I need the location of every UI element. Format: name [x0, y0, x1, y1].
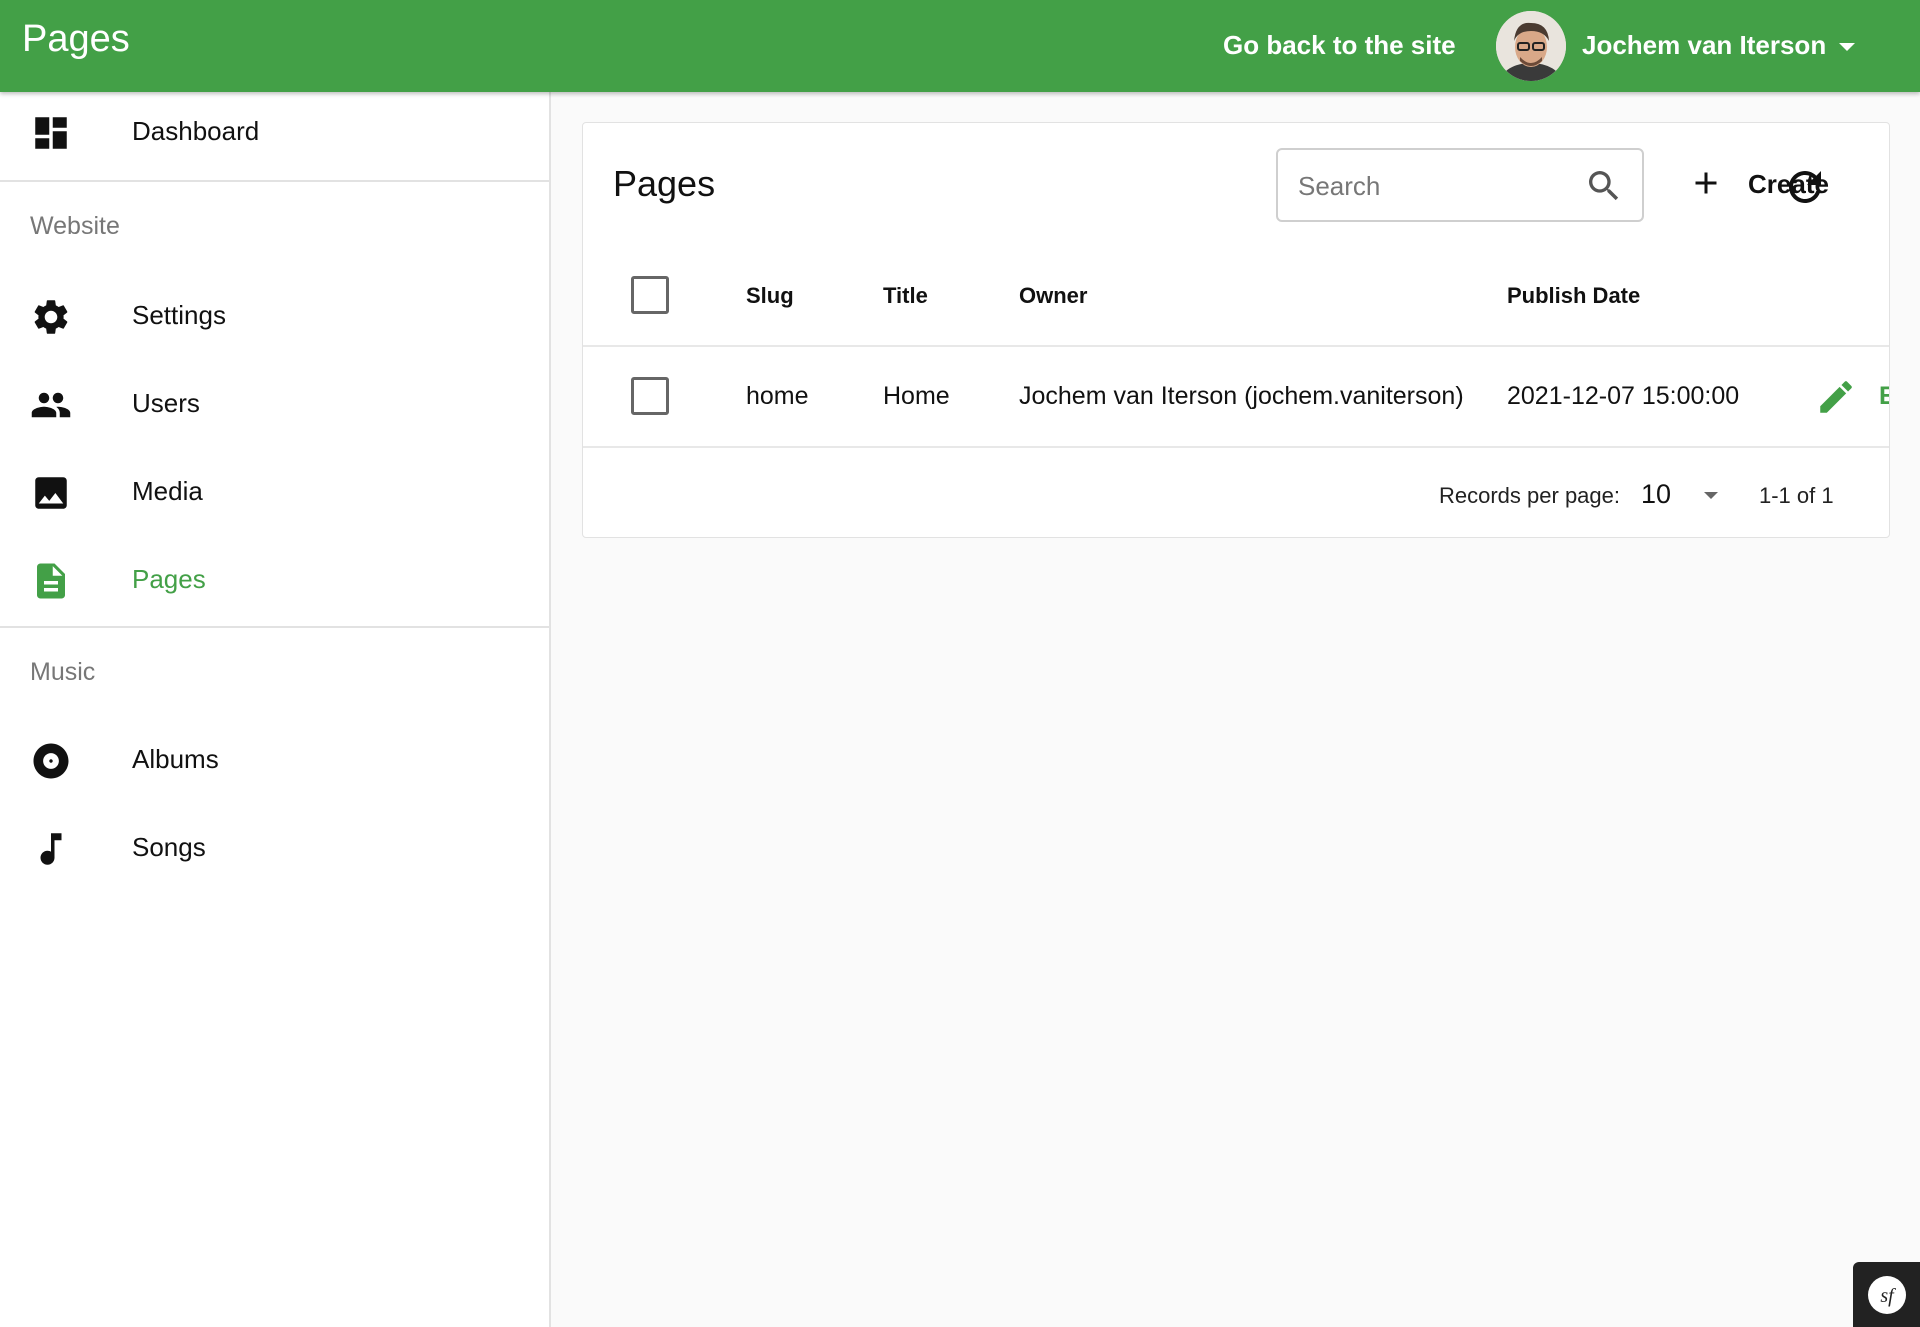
svg-text:sf: sf	[1880, 1285, 1896, 1307]
music-note-icon	[40, 833, 62, 865]
select-all-checkbox[interactable]	[631, 276, 669, 314]
gear-icon	[34, 300, 68, 334]
section-title-website: Website	[30, 212, 120, 240]
pagination-range: 1-1 of 1	[1759, 483, 1834, 508]
chevron-down-icon[interactable]	[1835, 35, 1859, 59]
sidebar-item-media[interactable]: Media	[0, 452, 549, 532]
cell-owner: Jochem van Iterson (jochem.vaniterson)	[1019, 382, 1464, 410]
search-field[interactable]	[1276, 148, 1644, 222]
divider	[583, 446, 1889, 448]
records-per-page-select[interactable]: 10	[1641, 475, 1729, 515]
create-label: Create	[1748, 169, 1829, 199]
user-name[interactable]: Jochem van Iterson	[1582, 30, 1826, 61]
edit-button[interactable]: E	[1879, 382, 1889, 411]
row-checkbox[interactable]	[631, 377, 669, 415]
sidebar-item-users[interactable]: Users	[0, 364, 549, 444]
divider	[0, 180, 549, 182]
column-header-publish-date[interactable]: Publish Date	[1507, 283, 1640, 309]
cell-slug: home	[746, 382, 809, 410]
sidebar-item-label: Media	[132, 476, 203, 506]
go-back-to-site-link[interactable]: Go back to the site	[1223, 30, 1456, 61]
dashboard-icon	[35, 117, 67, 149]
sidebar-item-settings[interactable]: Settings	[0, 276, 549, 356]
chevron-down-icon	[1704, 492, 1718, 499]
section-title-music: Music	[30, 658, 96, 686]
records-per-page-label: Records per page:	[1439, 483, 1620, 508]
image-icon	[35, 477, 67, 509]
sidebar-item-songs[interactable]: Songs	[0, 808, 549, 888]
symfony-toolbar-toggle[interactable]: sf	[1853, 1262, 1920, 1327]
cell-publish-date: 2021-12-07 15:00:00	[1507, 382, 1740, 410]
create-button[interactable]: Create	[1688, 153, 1868, 213]
column-header-owner[interactable]: Owner	[1019, 283, 1087, 309]
sidebar-item-pages[interactable]: Pages	[0, 540, 549, 620]
pencil-icon[interactable]	[1815, 376, 1857, 418]
sidebar: Dashboard Website Settings Users Media P…	[0, 92, 551, 1327]
column-header-title[interactable]: Title	[883, 283, 928, 309]
people-icon	[31, 392, 71, 418]
sidebar-item-label: Users	[132, 388, 200, 418]
sidebar-item-label: Dashboard	[132, 116, 260, 146]
cell-title: Home	[883, 382, 950, 410]
search-icon[interactable]	[1584, 166, 1624, 206]
sidebar-item-label: Pages	[132, 564, 206, 594]
plus-icon	[1695, 172, 1717, 194]
sidebar-item-label: Settings	[132, 300, 226, 330]
avatar[interactable]	[1496, 11, 1566, 81]
disc-icon	[33, 743, 69, 779]
records-per-page-value: 10	[1641, 479, 1672, 509]
app-bar: Pages Go back to the site Jochem van Ite…	[0, 0, 1920, 92]
pages-list-card: Pages Create Slug Title Owner Publish Da…	[582, 122, 1890, 538]
document-icon	[37, 563, 65, 599]
page-title: Pages	[613, 163, 716, 204]
sidebar-item-dashboard[interactable]: Dashboard	[0, 92, 549, 172]
symfony-logo-icon: sf	[1868, 1276, 1906, 1314]
sidebar-item-label: Songs	[132, 832, 206, 862]
search-input[interactable]	[1298, 168, 1578, 204]
sidebar-item-label: Albums	[132, 744, 219, 774]
app-title: Pages	[22, 18, 130, 60]
column-header-slug[interactable]: Slug	[746, 283, 794, 309]
divider	[0, 626, 549, 628]
divider	[583, 345, 1889, 347]
sidebar-item-albums[interactable]: Albums	[0, 720, 549, 800]
